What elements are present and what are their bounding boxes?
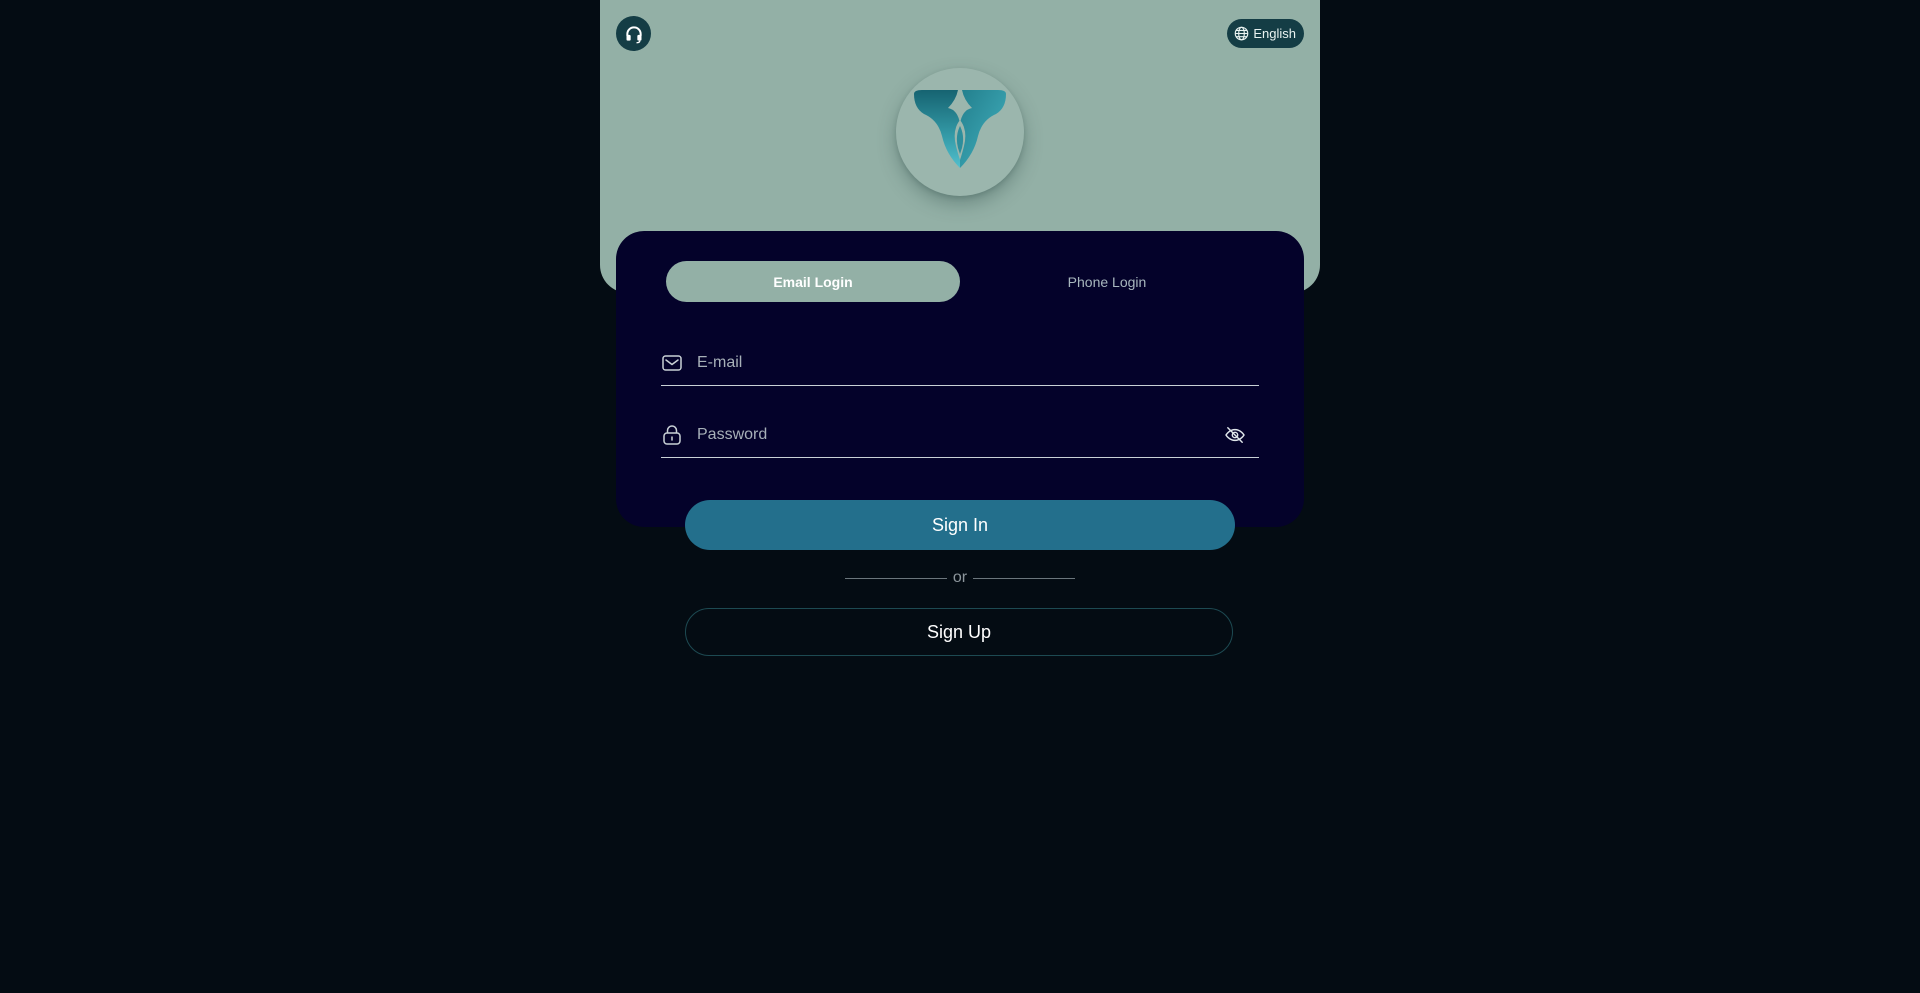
login-screen: English Email Login Phone Login E-mail S… [600, 0, 1320, 993]
sign-up-button[interactable]: Sign Up [685, 608, 1233, 656]
mail-icon [661, 352, 683, 374]
app-logo [896, 68, 1024, 196]
globe-icon [1234, 26, 1249, 41]
divider-line-right [973, 577, 1075, 579]
divider-label: or [952, 569, 968, 586]
sign-in-button[interactable]: Sign In [685, 500, 1235, 550]
customer-support-button[interactable] [616, 16, 651, 51]
lock-icon [661, 424, 683, 446]
logo-mark-icon [914, 90, 1006, 168]
headset-icon [624, 24, 644, 44]
password-field [661, 413, 1259, 458]
divider-line-left [845, 577, 947, 579]
tab-email-login[interactable]: Email Login [666, 261, 960, 302]
email-field [661, 341, 1259, 386]
tab-phone-login[interactable]: Phone Login [960, 261, 1254, 302]
eye-off-icon [1225, 427, 1245, 443]
password-input[interactable] [695, 419, 1223, 451]
language-label: English [1253, 26, 1296, 41]
or-divider: or [845, 568, 1075, 588]
login-method-tabs: Email Login Phone Login [666, 261, 1254, 302]
toggle-password-visibility[interactable] [1223, 423, 1247, 447]
email-input[interactable] [695, 347, 1259, 379]
language-selector[interactable]: English [1227, 19, 1304, 48]
login-card: Email Login Phone Login [616, 231, 1304, 527]
